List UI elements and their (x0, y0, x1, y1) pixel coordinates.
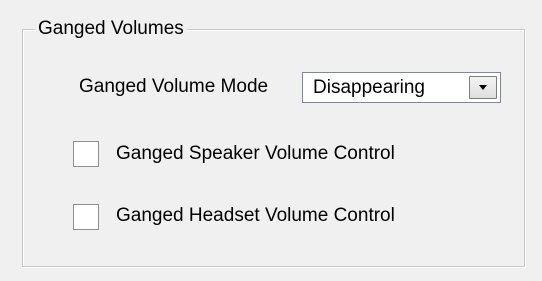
ganged-headset-volume-label[interactable]: Ganged Headset Volume Control (116, 205, 395, 227)
dropdown-button[interactable] (469, 76, 497, 99)
ganged-speaker-volume-checkbox[interactable] (73, 141, 99, 167)
ganged-volume-mode-select[interactable]: Disappearing (302, 72, 501, 103)
ganged-volumes-panel: Ganged Volumes Ganged Volume Mode Disapp… (0, 0, 542, 281)
chevron-down-icon (479, 85, 487, 90)
ganged-speaker-volume-label[interactable]: Ganged Speaker Volume Control (116, 143, 395, 165)
ganged-headset-volume-checkbox[interactable] (73, 204, 99, 230)
ganged-volume-mode-value: Disappearing (313, 77, 425, 98)
groupbox-title: Ganged Volumes (35, 18, 187, 40)
ganged-volume-mode-label: Ganged Volume Mode (79, 76, 269, 97)
